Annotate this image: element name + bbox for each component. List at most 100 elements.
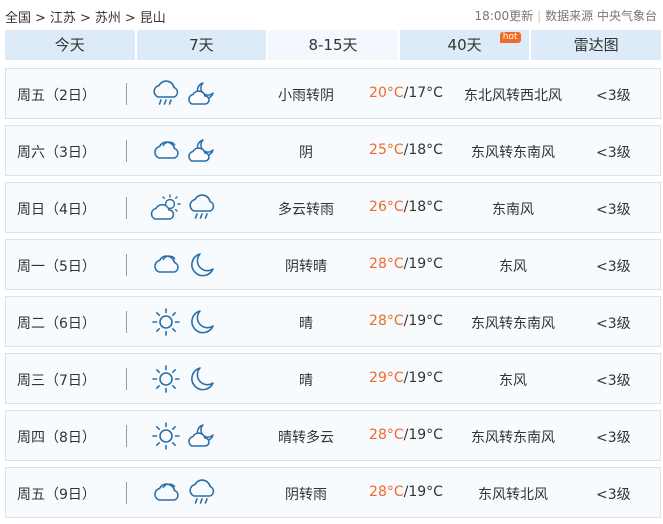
day-weather-icon: [150, 193, 182, 223]
temp-low: /19°C: [403, 313, 443, 329]
day-label: 周四（8日）: [17, 430, 96, 446]
day-label: 周六（3日）: [17, 145, 96, 161]
forecast-row: 周三（7日） 晴 29°C/19°C 东风 <3级: [5, 353, 661, 404]
day-weather-icon: [150, 250, 182, 280]
wind-direction: 东风: [499, 259, 527, 275]
breadcrumb-item-suzhou[interactable]: 苏州: [95, 11, 121, 26]
wind-direction: 东北风转西北风: [464, 88, 562, 104]
wind-direction: 东风转东南风: [471, 316, 555, 332]
night-weather-icon: [186, 79, 218, 109]
moon-icon: [191, 253, 214, 277]
cloud-overcast-icon: [154, 255, 179, 273]
forecast-row: 周六（3日） 阴 25°C/18°C 东风转东南风 <3级: [5, 125, 661, 176]
forecast-row: 周二（6日） 晴 28°C/19°C 东风转东南风 <3级: [5, 296, 661, 347]
forecast-row: 周一（5日） 阴转晴 28°C/19°C 东风 <3级: [5, 239, 661, 290]
day-weather-icon: [150, 307, 182, 337]
sun-cloud-icon: [150, 194, 181, 220]
divider: [126, 83, 127, 105]
day-weather-icon: [150, 421, 182, 451]
night-weather-icon: [186, 421, 218, 451]
update-time: 18:00更新: [474, 9, 534, 23]
temp-low: /19°C: [403, 370, 443, 386]
divider: [126, 482, 127, 504]
tab-40-days[interactable]: 40天 hot: [399, 30, 530, 60]
top-bar: 全国 > 江苏 > 苏州 > 昆山 18:00更新 | 数据来源 中央气象台: [0, 0, 663, 30]
sun-icon: [152, 365, 180, 393]
tab-7-days[interactable]: 7天: [136, 30, 267, 60]
forecast-row: 周四（8日） 晴转多云 28°C/19°C 东风转东南风 <3级: [5, 410, 661, 461]
temp-low: /17°C: [403, 85, 443, 101]
divider: [126, 311, 127, 333]
temp-high: 25°C: [369, 142, 404, 158]
temp-high: 29°C: [369, 370, 404, 386]
breadcrumb-item-kunshan: 昆山: [139, 11, 166, 26]
temp-low: /19°C: [403, 427, 443, 443]
wind-direction: 东风转东南风: [471, 145, 555, 161]
divider: [126, 368, 127, 390]
day-label: 周一（5日）: [17, 259, 96, 275]
breadcrumb-separator: >: [124, 11, 136, 26]
wind-level: <3级: [596, 373, 631, 389]
moon-cloud-icon: [188, 424, 214, 447]
day-weather-icon: [150, 364, 182, 394]
temp-high: 28°C: [369, 256, 404, 272]
day-label: 周三（7日）: [17, 373, 96, 389]
tab-radar[interactable]: 雷达图: [531, 30, 661, 60]
tab-8-15-days[interactable]: 8-15天: [268, 30, 398, 60]
temp-low: /18°C: [403, 142, 443, 158]
weather-description: 阴: [299, 145, 313, 161]
weather-description: 晴: [299, 316, 313, 332]
breadcrumb-separator: >: [35, 11, 46, 26]
temperature: 29°C/19°C: [366, 370, 446, 386]
cloud-overcast-icon: [154, 483, 179, 501]
wind-direction: 东风转东南风: [471, 430, 555, 446]
divider: [126, 197, 127, 219]
weather-description: 小雨转阴: [278, 88, 334, 104]
wind-level: <3级: [596, 487, 631, 503]
wind-level: <3级: [596, 430, 631, 446]
moon-icon: [191, 310, 214, 334]
weather-description: 晴转多云: [278, 430, 334, 446]
temperature: 28°C/19°C: [366, 313, 446, 329]
temp-high: 28°C: [369, 427, 404, 443]
hot-badge: hot: [499, 32, 521, 43]
day-weather-icon: [150, 478, 182, 508]
wind-direction: 东南风: [492, 202, 534, 218]
night-weather-icon: [186, 136, 218, 166]
forecast-row: 周日（4日） 多云转雨 26°C/18°C 东南风 <3级: [5, 182, 661, 233]
night-weather-icon: [186, 307, 218, 337]
night-weather-icon: [186, 478, 218, 508]
breadcrumb-separator: >: [79, 11, 91, 26]
day-label: 周五（2日）: [17, 88, 96, 104]
day-weather-icon: [150, 79, 182, 109]
wind-level: <3级: [596, 88, 631, 104]
wind-direction: 东风: [499, 373, 527, 389]
forecast-row: 周五（9日） 阴转雨 28°C/19°C 东风转北风 <3级: [5, 467, 661, 518]
day-label: 周二（6日）: [17, 316, 96, 332]
breadcrumb-item-jiangsu[interactable]: 江苏: [50, 11, 76, 26]
data-source: 18:00更新 | 数据来源 中央气象台: [475, 7, 657, 24]
wind-level: <3级: [596, 202, 631, 218]
weather-description: 多云转雨: [278, 202, 334, 218]
tab-today[interactable]: 今天: [5, 30, 135, 60]
divider: |: [537, 9, 542, 23]
temperature: 28°C/19°C: [366, 427, 446, 443]
sun-icon: [152, 308, 180, 336]
day-weather-icon: [150, 136, 182, 166]
night-weather-icon: [186, 250, 218, 280]
day-label: 周日（4日）: [17, 202, 96, 218]
weather-description: 阴转晴: [285, 259, 327, 275]
temperature: 26°C/18°C: [366, 199, 446, 215]
wind-level: <3级: [596, 259, 631, 275]
weather-description: 晴: [299, 373, 313, 389]
sun-icon: [152, 422, 180, 450]
temp-low: /19°C: [403, 256, 443, 272]
temp-high: 28°C: [369, 313, 404, 329]
weather-description: 阴转雨: [285, 487, 327, 503]
temp-high: 20°C: [369, 85, 404, 101]
divider: [126, 254, 127, 276]
wind-level: <3级: [596, 145, 631, 161]
night-weather-icon: [186, 364, 218, 394]
breadcrumb-item-national[interactable]: 全国: [5, 11, 31, 26]
moon-cloud-icon: [188, 82, 214, 105]
